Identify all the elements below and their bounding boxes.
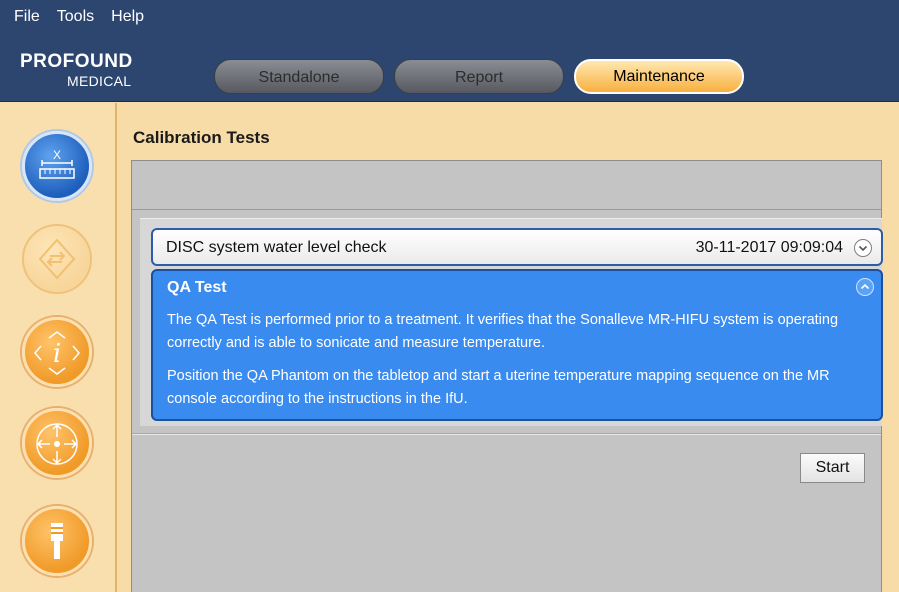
- test-timestamp: 30-11-2017 09:09:04: [695, 239, 843, 256]
- logo-top-text: PROFOUND: [20, 51, 133, 72]
- tab-maintenance[interactable]: Maintenance: [574, 59, 744, 94]
- ruler-x-label: X: [53, 148, 61, 162]
- info-icon: i: [34, 331, 80, 375]
- menu-help[interactable]: Help: [111, 8, 144, 26]
- test-description-1: The QA Test is performed prior to a trea…: [167, 312, 839, 351]
- calibration-panel: DISC system water level check 30-11-2017…: [131, 160, 883, 592]
- test-description-2: Position the QA Phantom on the tabletop …: [167, 368, 830, 407]
- svg-text:i: i: [53, 339, 61, 369]
- test-name: QA Test: [167, 279, 227, 296]
- sidebar-item-direction[interactable]: [22, 224, 92, 294]
- test-row-qa-test[interactable]: QA Test The QA Test is performed prior t…: [151, 269, 883, 421]
- sidebar-item-move[interactable]: [22, 408, 92, 478]
- test-row-disc-water-level[interactable]: DISC system water level check 30-11-2017…: [151, 228, 883, 266]
- direction-icon: [38, 238, 76, 280]
- sidebar-item-transducer[interactable]: [22, 506, 92, 576]
- sidebar-item-calibration[interactable]: X: [22, 131, 92, 201]
- test-name: DISC system water level check: [166, 239, 387, 256]
- mode-tabs: Standalone Report Maintenance: [214, 59, 744, 94]
- transducer-icon: [51, 523, 63, 559]
- panel-divider: [132, 433, 881, 435]
- menu-bar: File Tools Help: [0, 0, 161, 34]
- move-icon: [36, 423, 78, 465]
- tab-standalone[interactable]: Standalone: [214, 59, 384, 94]
- sidebar-item-info[interactable]: i: [22, 317, 92, 387]
- app-header: File Tools Help PROFOUND MEDICAL Standal…: [0, 0, 899, 102]
- ruler-icon: X: [39, 148, 75, 179]
- chevron-up-icon[interactable]: [856, 278, 874, 296]
- menu-file[interactable]: File: [14, 8, 40, 26]
- menu-tools[interactable]: Tools: [57, 8, 94, 26]
- profound-medical-logo: PROFOUND MEDICAL: [20, 51, 145, 93]
- tab-report[interactable]: Report: [394, 59, 564, 94]
- page-title: Calibration Tests: [133, 128, 270, 147]
- start-button[interactable]: Start: [800, 453, 865, 483]
- panel-separator: [132, 209, 881, 210]
- chevron-down-icon[interactable]: [854, 239, 872, 257]
- logo-bottom-text: MEDICAL: [67, 73, 132, 89]
- sidebar: X i: [0, 103, 117, 592]
